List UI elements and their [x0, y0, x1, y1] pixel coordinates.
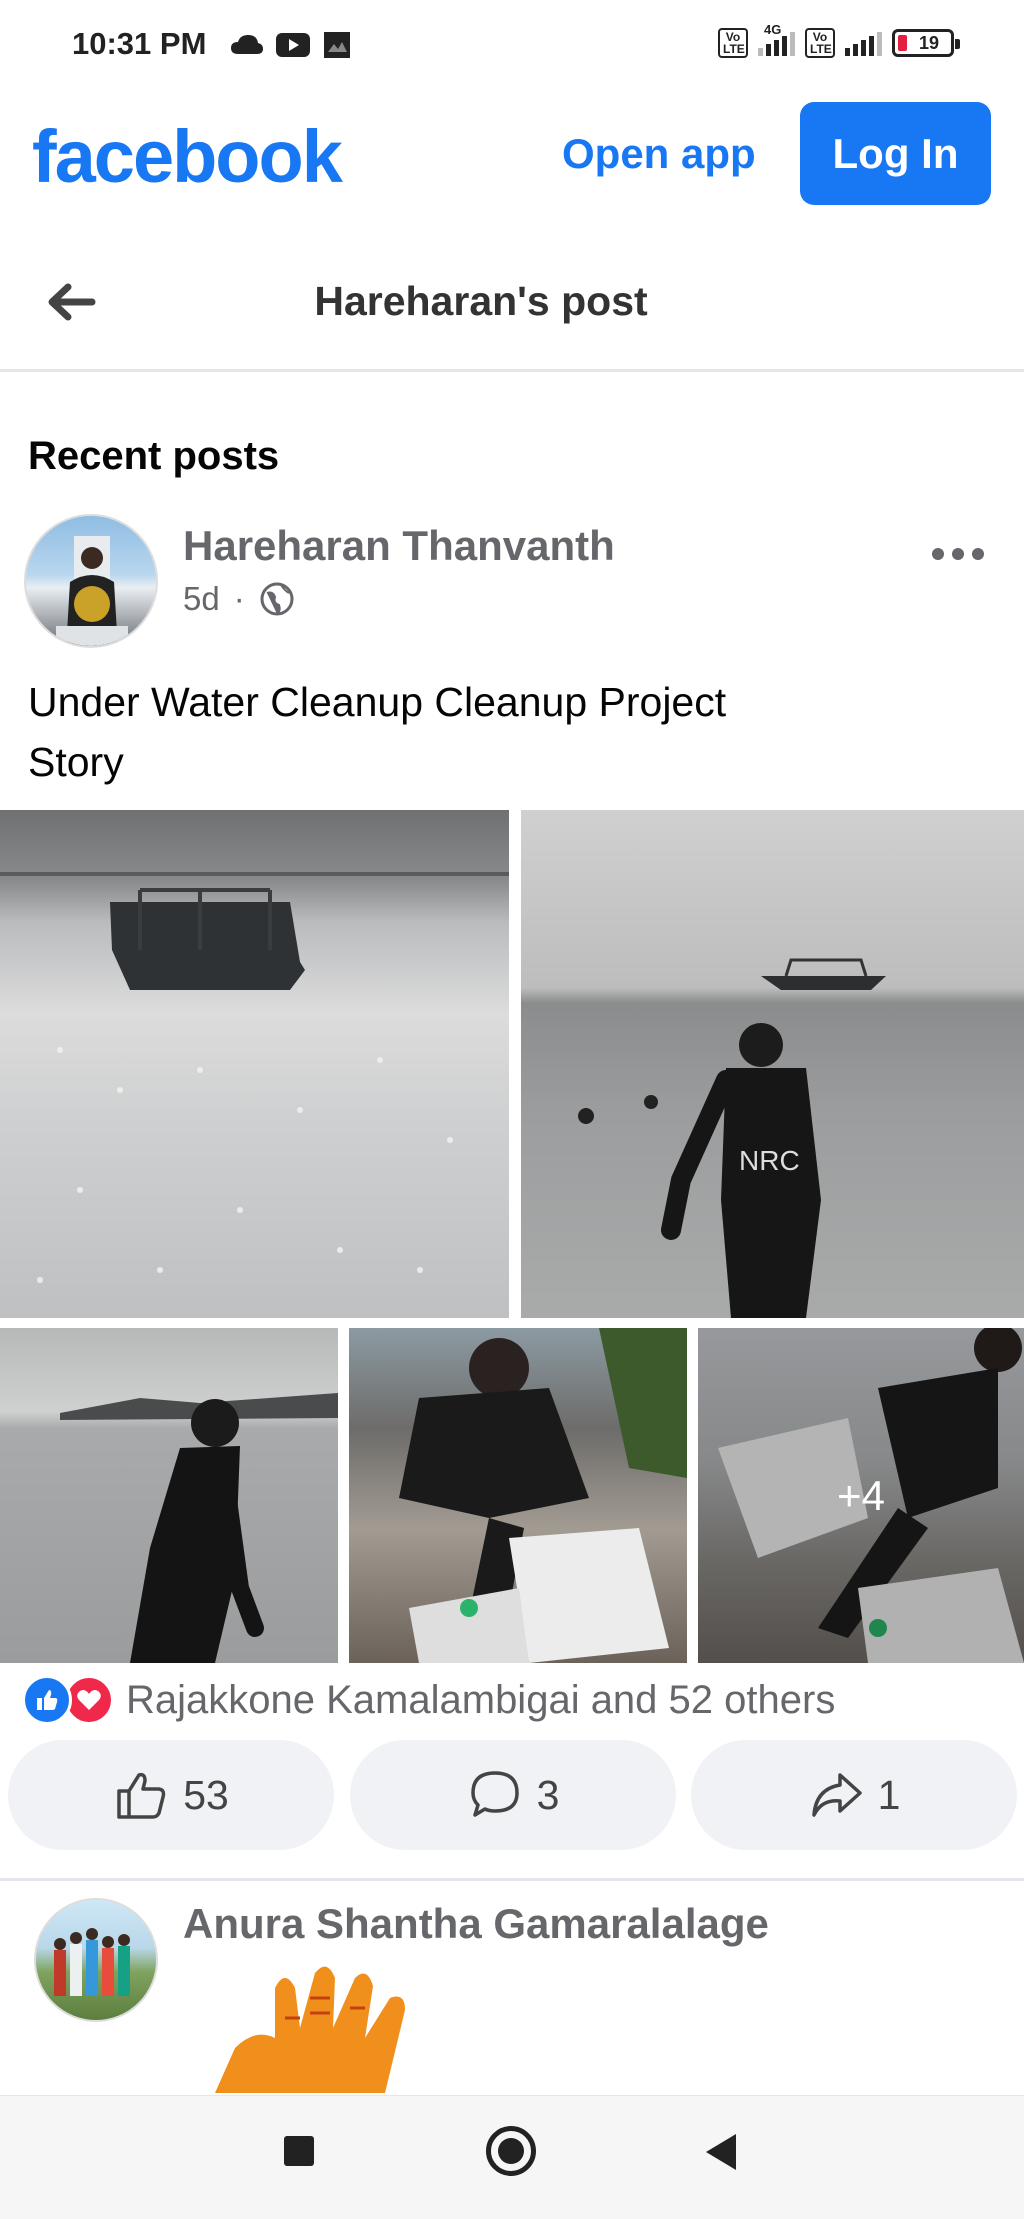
like-reaction-icon: [22, 1675, 72, 1725]
section-title: Recent posts: [28, 434, 280, 478]
open-app-link[interactable]: Open app: [562, 130, 756, 178]
post-author-name[interactable]: Anura Shantha Gamaralalage: [183, 1900, 769, 1948]
recents-icon[interactable]: [284, 2136, 314, 2166]
share-icon: [811, 1773, 862, 1817]
avatar-photo: [54, 1928, 130, 1996]
svg-text:NRC: NRC: [739, 1145, 800, 1176]
comment-icon: [470, 1771, 519, 1817]
post-divider: [0, 1878, 1024, 1881]
signal-1: 4G: [758, 22, 795, 56]
hands-artwork-image: [215, 1966, 405, 2093]
avatar[interactable]: [24, 514, 158, 648]
top-header: facebook Open app Log In: [0, 100, 1024, 212]
post-text: Under Water Cleanup Cleanup Project Stor…: [28, 679, 727, 785]
avatar[interactable]: [34, 1898, 158, 2022]
post-photo-1[interactable]: [0, 810, 509, 1318]
globe-icon: [260, 582, 294, 616]
status-bar: 10:31 PM Vo LTE 4G Vo LTE 19: [0, 0, 1024, 90]
signal-bars-icon: [845, 30, 882, 56]
post-age[interactable]: 5d: [183, 580, 220, 618]
battery-level: 19: [918, 33, 940, 53]
post-nav-title: Hareharan's post: [314, 278, 648, 324]
collecting-waste-image: [399, 1328, 687, 1663]
post-photo-4[interactable]: [349, 1328, 687, 1663]
diver-on-shore-image: NRC: [578, 958, 886, 1318]
login-button[interactable]: Log In: [800, 102, 991, 205]
youtube-icon: [276, 33, 310, 57]
avatar-photo: [56, 536, 128, 646]
volte-badge-1: Vo LTE: [718, 28, 748, 58]
gallery-icon: [324, 32, 350, 58]
meta-separator: ·: [233, 580, 245, 617]
post-2-image[interactable]: [215, 1958, 425, 2093]
facebook-logo[interactable]: facebook: [32, 114, 343, 199]
volte-badge-2: Vo LTE: [805, 28, 835, 58]
status-time: 10:31 PM: [72, 26, 207, 61]
share-button[interactable]: 1: [691, 1740, 1017, 1850]
cloud-icon: [231, 35, 263, 54]
system-nav-bar: [0, 2095, 1024, 2219]
post-meta: 5d ·: [183, 580, 295, 618]
status-system-icons: Vo LTE 4G Vo LTE 19: [718, 22, 960, 58]
post-photo-3[interactable]: [0, 1328, 338, 1663]
post-author-name[interactable]: Hareharan Thanvanth: [183, 522, 615, 570]
status-notification-icons: [230, 30, 352, 60]
home-icon[interactable]: [486, 2126, 536, 2176]
post-photo-2[interactable]: NRC: [521, 810, 1024, 1318]
post-photo-5[interactable]: +4: [698, 1328, 1024, 1663]
like-count: 53: [183, 1771, 229, 1818]
comment-count: 3: [536, 1771, 560, 1818]
network-type: 4G: [764, 22, 782, 37]
battery-icon: 19: [892, 29, 960, 57]
reactions-summary[interactable]: Rajakkone Kamalambigai and 52 others: [22, 1672, 835, 1728]
more-photos-overlay[interactable]: +4: [698, 1328, 1024, 1663]
back-icon[interactable]: [706, 2134, 736, 2170]
boat-on-water-image: [0, 872, 509, 1283]
share-count: 1: [877, 1771, 901, 1818]
more-options-icon[interactable]: [932, 548, 984, 560]
reactions-text: Rajakkone Kamalambigai and 52 others: [126, 1677, 836, 1722]
more-photos-count: +4: [837, 1471, 885, 1519]
thumbs-up-icon: [117, 1772, 166, 1819]
post-nav-bar: Hareharan's post: [0, 242, 1024, 372]
swimmer-image: [60, 1393, 338, 1663]
like-button[interactable]: 53: [8, 1740, 334, 1850]
comment-button[interactable]: 3: [350, 1740, 676, 1850]
